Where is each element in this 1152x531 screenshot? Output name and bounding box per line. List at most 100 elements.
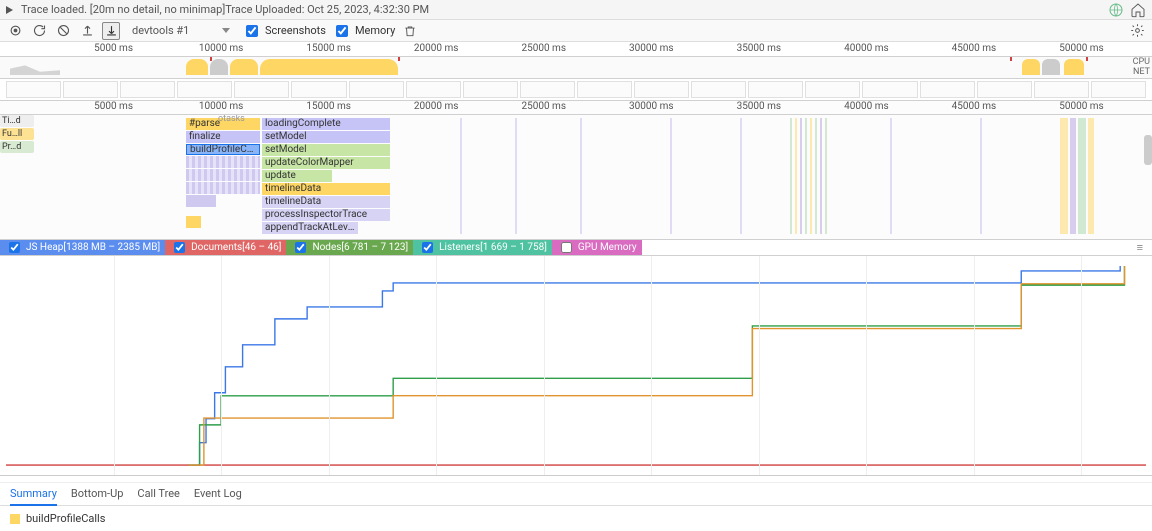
- counter-listeners-checkbox[interactable]: [422, 242, 433, 253]
- counter-gpu-memory-label: GPU Memory: [578, 242, 637, 253]
- globe-icon[interactable]: [1108, 2, 1124, 18]
- download-button[interactable]: [102, 22, 120, 40]
- flame-column: #parse finalize buildProfileCalls: [186, 118, 260, 229]
- overview-marker: [210, 57, 212, 61]
- flame-ruler[interactable]: 5000 ms10000 ms15000 ms20000 ms25000 ms3…: [0, 101, 1152, 115]
- cpu-label: CPU: [1133, 57, 1150, 67]
- flame-entry[interactable]: processInspectorTrace: [262, 209, 390, 221]
- upload-button[interactable]: [78, 22, 96, 40]
- overview-strip[interactable]: CPU NET: [0, 57, 1152, 79]
- home-icon[interactable]: [1130, 2, 1146, 18]
- tab-event-log[interactable]: Event Log: [194, 483, 242, 506]
- flame-entry[interactable]: appendTrackAtLevel: [262, 222, 358, 234]
- thumbnail[interactable]: [748, 81, 803, 98]
- counter-nodes-checkbox[interactable]: [295, 242, 306, 253]
- ruler-tick: 25000 ms: [521, 101, 566, 112]
- settings-button[interactable]: [1128, 22, 1146, 40]
- ruler-tick: 40000 ms: [844, 101, 889, 112]
- overview-activity: [260, 59, 398, 75]
- screenshots-checkbox-input[interactable]: [246, 25, 258, 37]
- flame-entry[interactable]: setModel: [262, 131, 390, 143]
- ruler-tick: 5000 ms: [94, 101, 133, 112]
- memory-checkbox-input[interactable]: [336, 25, 348, 37]
- thumbnail[interactable]: [463, 81, 518, 98]
- ruler-tick: 10000 ms: [199, 43, 244, 54]
- ruler-tick: 50000 ms: [1059, 43, 1104, 54]
- counter-gpu-memory[interactable]: GPU Memory: [552, 240, 642, 255]
- thumbnail[interactable]: [63, 81, 118, 98]
- tab-call-tree[interactable]: Call Tree: [137, 483, 179, 506]
- thumbnail[interactable]: [691, 81, 746, 98]
- thumbnail[interactable]: [862, 81, 917, 98]
- counter-nodes-label: Nodes[6 781 – 7 123]: [312, 242, 408, 253]
- thumbnail[interactable]: [920, 81, 975, 98]
- overview-ruler[interactable]: 5000 ms10000 ms15000 ms20000 ms25000 ms3…: [0, 42, 1152, 57]
- overview-marker: [398, 57, 400, 61]
- counter-gpu-memory-checkbox[interactable]: [561, 242, 572, 253]
- counter-js-heap[interactable]: JS Heap[1388 MB – 2385 MB]: [0, 240, 165, 255]
- flame-column: loadingComplete setModel setModel update…: [262, 118, 390, 235]
- flame-entry[interactable]: [186, 169, 260, 181]
- track-label[interactable]: Fu…ll: [0, 128, 34, 140]
- thumbnail[interactable]: [6, 81, 61, 98]
- thumbnail[interactable]: [291, 81, 346, 98]
- counter-documents-checkbox[interactable]: [174, 242, 185, 253]
- reload-button[interactable]: [30, 22, 48, 40]
- graph-gridline: [114, 256, 115, 475]
- flame-entry[interactable]: update: [262, 170, 332, 182]
- flame-entry[interactable]: [186, 156, 260, 168]
- collect-garbage-button[interactable]: [401, 22, 419, 40]
- flame-entry[interactable]: updateColorMapper: [262, 157, 390, 169]
- record-button[interactable]: [6, 22, 24, 40]
- memory-label: Memory: [355, 24, 395, 37]
- thumbnail[interactable]: [977, 81, 1032, 98]
- track-labels: Ti…d Fu…ll Pr…d: [0, 115, 34, 154]
- graph-gridline: [544, 256, 545, 475]
- flame-entry[interactable]: [186, 195, 216, 207]
- flame-entry[interactable]: timelineData: [262, 196, 390, 208]
- summary-content: buildProfileCalls: [0, 506, 1152, 531]
- thumbnail[interactable]: [577, 81, 632, 98]
- flame-entry[interactable]: loadingComplete: [262, 118, 390, 130]
- counter-documents[interactable]: Documents[46 – 46]: [165, 240, 286, 255]
- flame-entry[interactable]: timelineData: [262, 183, 390, 195]
- counter-listeners[interactable]: Listeners[1 669 – 1 758]: [413, 240, 552, 255]
- screenshots-checkbox[interactable]: Screenshots: [242, 22, 326, 40]
- counter-nodes[interactable]: Nodes[6 781 – 7 123]: [286, 240, 413, 255]
- flame-entry[interactable]: finalize: [186, 131, 260, 143]
- thumbnail[interactable]: [1091, 81, 1146, 98]
- thumbnail[interactable]: [349, 81, 404, 98]
- flame-entry[interactable]: setModel: [262, 144, 390, 156]
- thumbnail[interactable]: [520, 81, 575, 98]
- thumbnail[interactable]: [177, 81, 232, 98]
- counter-js-heap-checkbox[interactable]: [9, 242, 20, 253]
- memory-checkbox[interactable]: Memory: [332, 22, 395, 40]
- counter-listeners-label: Listeners[1 669 – 1 758]: [439, 242, 547, 253]
- thumbnail[interactable]: [1034, 81, 1089, 98]
- track-label[interactable]: Pr…d: [0, 141, 34, 153]
- tab-summary[interactable]: Summary: [10, 483, 57, 506]
- track-label[interactable]: Ti…d: [0, 115, 34, 127]
- flame-entry[interactable]: [186, 216, 201, 228]
- thumbnail[interactable]: [634, 81, 689, 98]
- graph-gridline: [651, 256, 652, 475]
- memory-graph[interactable]: [0, 256, 1152, 476]
- tab-bottom-up[interactable]: Bottom-Up: [71, 483, 124, 506]
- thumbnail[interactable]: [234, 81, 289, 98]
- session-dropdown-label: devtools #1: [132, 24, 189, 37]
- screenshot-thumbnails[interactable]: [0, 79, 1152, 101]
- counters-menu-icon[interactable]: ≡: [1137, 241, 1144, 254]
- flame-chart[interactable]: Ti…d Fu…ll Pr…d otasks #parse finalize b…: [0, 115, 1152, 240]
- thumbnail[interactable]: [406, 81, 461, 98]
- ruler-tick: 20000 ms: [414, 43, 459, 54]
- ruler-tick: 40000 ms: [844, 43, 889, 54]
- ruler-tick: 50000 ms: [1059, 101, 1104, 112]
- scrollbar-thumb[interactable]: [1144, 135, 1152, 165]
- session-dropdown[interactable]: devtools #1: [126, 24, 236, 37]
- flame-entry[interactable]: [186, 182, 260, 194]
- flame-markers: [420, 118, 1060, 234]
- clear-button[interactable]: [54, 22, 72, 40]
- thumbnail[interactable]: [805, 81, 860, 98]
- thumbnail[interactable]: [120, 81, 175, 98]
- flame-entry-selected[interactable]: buildProfileCalls: [186, 144, 260, 155]
